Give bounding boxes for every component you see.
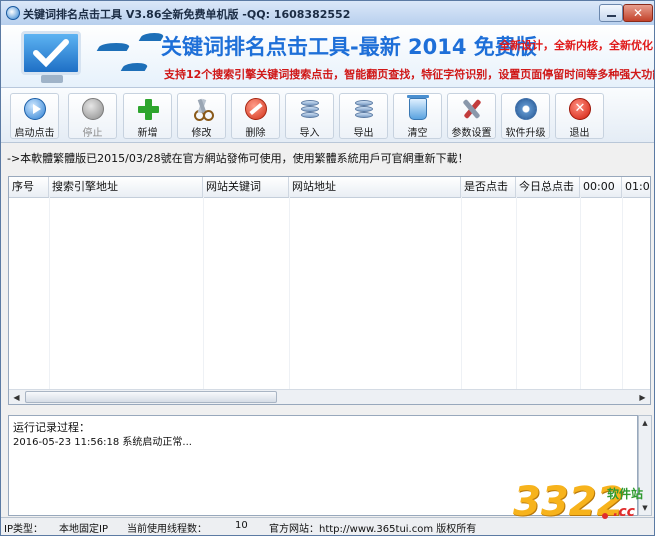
clear-label: 清空 [407, 128, 428, 139]
close-button[interactable]: ✕ [623, 4, 653, 22]
notice-text: ->本軟體繁體版已2015/03/28號在官方網站發佈可使用，使用繁體系統用戶可… [7, 152, 469, 165]
play-icon [24, 98, 46, 120]
column-divider [289, 197, 290, 389]
ip-type-label: IP类型： [4, 524, 43, 535]
task-table[interactable]: 序号 搜索引擎地址 网站关键词 网站地址 是否点击 今日总点击 00:00 01… [8, 176, 651, 405]
scroll-right-icon[interactable]: ▶ [635, 390, 650, 404]
close-icon: ✕ [632, 6, 644, 20]
export-label: 导出 [353, 128, 374, 139]
log-entry-message: 系统启动正常... [122, 437, 192, 448]
table-header: 序号 搜索引擎地址 网站关键词 网站地址 是否点击 今日总点击 00:00 01… [9, 177, 650, 198]
gear-icon [515, 98, 537, 120]
banner: 关键词排名点击工具-最新 2014 免费版 全新设计，全新内核，全新优化 支持1… [1, 25, 654, 88]
stop-label: 停止 [82, 128, 103, 139]
column-divider [580, 197, 581, 389]
start-click-button[interactable]: 启动点击 [10, 93, 59, 139]
column-header-engine-url[interactable]: 搜索引擎地址 [49, 177, 203, 197]
settings-label: 参数设置 [451, 128, 492, 139]
start-click-label: 启动点击 [14, 128, 55, 139]
column-divider [203, 197, 204, 389]
export-button[interactable]: 导出 [339, 93, 388, 139]
column-header-hour-01[interactable]: 01:00 [622, 177, 650, 197]
stop-button[interactable]: 停止 [68, 93, 117, 139]
stop-icon [82, 98, 104, 120]
column-divider [461, 197, 462, 389]
delete-button[interactable]: 删除 [231, 93, 280, 139]
trash-icon [407, 95, 429, 120]
minimize-button[interactable] [599, 4, 623, 22]
watermark-site: 软件站 [607, 487, 644, 501]
app-globe-icon [6, 6, 20, 20]
scroll-left-icon[interactable]: ◀ [9, 390, 24, 404]
window-title: 关键词排名点击工具 V3.86全新免费单机版 -QQ: 1608382552 [23, 8, 351, 21]
banner-title: 关键词排名点击工具-最新 2014 免费版 [161, 35, 537, 59]
table-body[interactable] [9, 197, 650, 389]
ip-type-value: 本地固定IP [59, 524, 108, 535]
column-header-keyword[interactable]: 网站关键词 [203, 177, 289, 197]
horizontal-scrollbar[interactable]: ◀ ▶ [9, 389, 650, 404]
watermark-domain: .cc [613, 504, 635, 520]
edit-button[interactable]: 修改 [177, 93, 226, 139]
delete-label: 删除 [245, 128, 266, 139]
add-label: 新增 [137, 128, 158, 139]
database-export-icon [353, 98, 375, 120]
bird-icon [120, 63, 150, 71]
column-header-hour-00[interactable]: 00:00 [580, 177, 622, 197]
app-window: 关键词排名点击工具 V3.86全新免费单机版 -QQ: 1608382552 ✕… [0, 0, 655, 536]
settings-button[interactable]: 参数设置 [447, 93, 496, 139]
monitor-checkmark-icon [21, 31, 81, 75]
edit-label: 修改 [191, 128, 212, 139]
add-button[interactable]: 新增 [123, 93, 172, 139]
delete-icon [245, 98, 267, 120]
log-entry: 2016-05-23 11:56:18 系统启动正常... [13, 433, 192, 448]
exit-icon [569, 98, 591, 120]
column-divider [516, 197, 517, 389]
upgrade-label: 软件升级 [505, 128, 546, 139]
threads-value: 10 [235, 520, 248, 531]
column-header-today-total[interactable]: 今日总点击 [516, 177, 580, 197]
log-entry-time: 2016-05-23 11:56:18 [13, 437, 120, 448]
import-button[interactable]: 导入 [285, 93, 334, 139]
import-label: 导入 [299, 128, 320, 139]
exit-label: 退出 [569, 128, 590, 139]
column-divider [49, 197, 50, 389]
plus-icon [137, 98, 159, 120]
scroll-down-icon[interactable]: ▼ [639, 501, 651, 515]
column-header-site-url[interactable]: 网站地址 [289, 177, 461, 197]
scroll-up-icon[interactable]: ▲ [639, 416, 651, 430]
exit-button[interactable]: 退出 [555, 93, 604, 139]
column-header-click-enabled[interactable]: 是否点击 [461, 177, 516, 197]
official-site-text: 官方网站：http://www.365tui.com 版权所有 [269, 524, 477, 535]
column-divider [622, 197, 623, 389]
watermark-dot-icon [602, 513, 608, 519]
monitor-stand [41, 75, 63, 83]
title-bar[interactable]: 关键词排名点击工具 V3.86全新免费单机版 -QQ: 1608382552 ✕ [1, 1, 654, 26]
scissors-icon [191, 98, 214, 121]
toolbar: 启动点击 停止 新增 修改 删除 导入 导出 清空 参数设置 软件升级 ✕ 退出 [1, 88, 654, 143]
threads-label: 当前使用线程数： [127, 524, 207, 535]
banner-slogan: 全新设计，全新内核，全新优化 [499, 39, 653, 52]
scroll-thumb[interactable] [25, 391, 277, 403]
banner-features: 支持12个搜索引擎关键词搜索点击，智能翻页查找，特征字符识别，设置页面停留时间等… [164, 68, 654, 81]
database-import-icon [299, 98, 321, 120]
upgrade-button[interactable]: 软件升级 [501, 93, 550, 139]
bird-icon [96, 43, 132, 51]
clear-button[interactable]: 清空 [393, 93, 442, 139]
tools-icon [461, 98, 483, 120]
column-header-index[interactable]: 序号 [9, 177, 49, 197]
